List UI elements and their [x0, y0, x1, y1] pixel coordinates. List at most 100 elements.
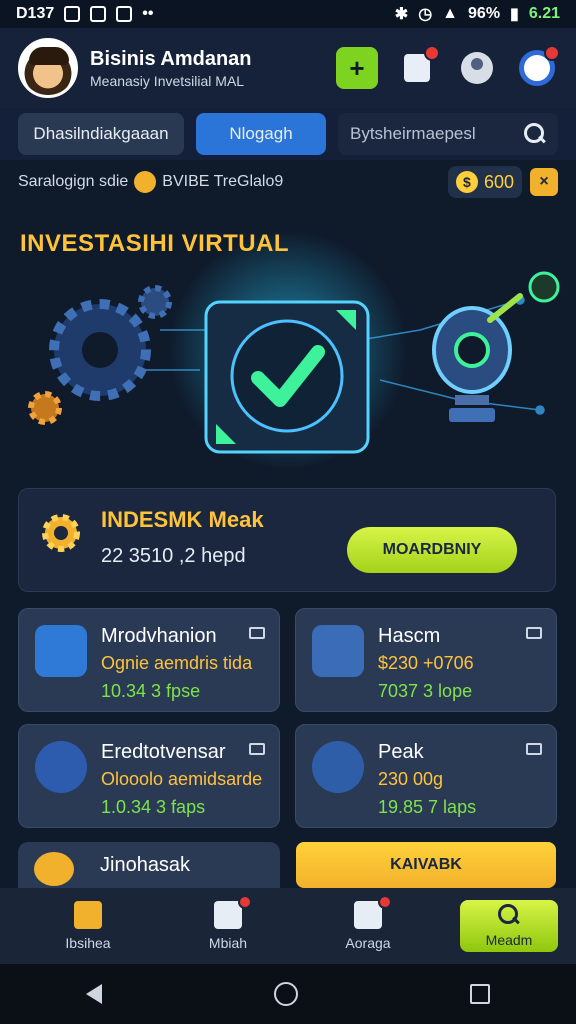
app-header: Bisinis Amdanan Meanasiy Invetsilial MAL… — [0, 28, 576, 108]
coin-icon: $ — [455, 171, 478, 193]
document-icon — [312, 625, 364, 677]
coin-stack-icon — [34, 852, 74, 886]
chat-button[interactable] — [516, 45, 560, 89]
nav-chart-label: Aoraga — [345, 935, 391, 951]
info-strip: Saralogign sdie BVIBE TreGlalo9 $ 600 × — [0, 162, 576, 202]
card-mini-icon[interactable] — [249, 743, 265, 755]
bluetooth-icon: ✱ — [394, 6, 409, 23]
card-subtitle: $230 +0706 — [378, 653, 474, 673]
nav-chart[interactable]: Aoraga — [298, 895, 438, 951]
card-item[interactable]: Peak 230 00g 19.85 7 laps — [295, 724, 557, 828]
card-mini-icon[interactable] — [526, 627, 542, 639]
search-input[interactable]: Bytsheirmaepesl — [338, 113, 558, 155]
search-icon — [498, 904, 520, 926]
status-left-text: D137 — [16, 5, 55, 22]
feature-card[interactable]: INDESMK Meak 22 3510 ,2 hepd MOARDBNIY — [18, 488, 556, 592]
status-time: 6.21 — [528, 5, 560, 22]
strip-text-left: Saralogign sdie — [18, 173, 129, 190]
card-meta: 1.0.34 3 faps — [101, 797, 206, 817]
coin-amount: 600 — [483, 171, 514, 192]
hero-banner: INVESTASIHI VIRTUAL — [0, 210, 576, 480]
token-icon — [134, 171, 157, 193]
card-title: Peak — [378, 741, 424, 763]
card-meta: 10.34 3 fpse — [101, 681, 201, 701]
home-circle-icon[interactable] — [274, 982, 298, 1006]
nav-badge — [238, 895, 252, 909]
check-panel — [204, 300, 370, 454]
tab-dashboard[interactable]: Dhasilndiakgaaan — [18, 113, 184, 155]
bottom-nav: Ibsihea Mbiah Aoraga Meadm — [0, 888, 576, 964]
alarm-icon: ◷ — [418, 6, 433, 23]
card-meta: 7037 3 lope — [378, 681, 473, 701]
profile-button[interactable] — [456, 47, 498, 89]
chat-badge — [544, 45, 560, 61]
status-bar: D137 •• ✱ ◷ ▲ 96% ▮ 6.21 — [0, 0, 576, 28]
card-item[interactable]: Eredtotvensar Olooolo aemidsarde 1.0.34 … — [18, 724, 280, 828]
nav-home[interactable]: Ibsihea — [18, 901, 158, 951]
add-button[interactable]: + — [336, 47, 378, 89]
sim-icon — [64, 6, 81, 22]
tab-active[interactable]: Nlogagh — [196, 113, 326, 155]
search-placeholder: Bytsheirmaepesl — [350, 124, 476, 143]
card-mini-icon[interactable] — [526, 743, 542, 755]
top-tabs: Dhasilndiakgaaan Nlogagh Bytsheirmaepesl — [0, 108, 576, 160]
nav-search[interactable]: Meadm — [460, 900, 558, 952]
card-title: Hascm — [378, 625, 441, 647]
feature-action-button[interactable]: MOARDBNIY — [347, 527, 517, 573]
system-nav-bar — [0, 964, 576, 1024]
settings-gear-icon — [42, 514, 80, 552]
card-subtitle: Ognie aemdris tida — [101, 653, 253, 673]
close-button[interactable]: × — [530, 168, 558, 196]
dots-icon: •• — [142, 5, 154, 22]
status-right: ✱ ◷ ▲ 96% ▮ 6.21 — [395, 4, 560, 24]
card-subtitle: 230 00g — [378, 769, 444, 789]
card-subtitle: Olooolo aemidsarde — [101, 769, 263, 789]
battery-percent: 96% — [468, 5, 501, 22]
checkbox-icon — [35, 625, 87, 677]
card-meta: 19.85 7 laps — [378, 797, 477, 817]
nav-box[interactable]: Mbiah — [158, 895, 298, 951]
nav-home-label: Ibsihea — [65, 935, 111, 951]
notification-badge — [424, 45, 440, 61]
bottom-card-title: Jinohasak — [100, 854, 191, 876]
nav-box-label: Mbiah — [208, 935, 248, 951]
hero-title: INVESTASIHI VIRTUAL — [20, 230, 290, 257]
card-mini-icon[interactable] — [249, 627, 265, 639]
coin-area: $ 600 × — [447, 166, 558, 198]
card-title: Eredtotvensar — [101, 741, 226, 763]
search-icon[interactable] — [524, 123, 546, 145]
person-icon — [461, 52, 493, 84]
card-item[interactable]: Hascm $230 +0706 7037 3 lope — [295, 608, 557, 712]
recent-apps-icon[interactable] — [470, 984, 490, 1004]
message-icon — [90, 6, 107, 22]
puzzle-button[interactable] — [396, 45, 440, 89]
avatar[interactable] — [18, 38, 78, 98]
leaf-icon — [528, 271, 560, 303]
file-icon — [116, 6, 133, 22]
user-info: Bisinis Amdanan Meanasiy Invetsilial MAL — [90, 48, 252, 89]
wifi-icon: ▲ — [442, 5, 459, 22]
feature-title: INDESMK Meak — [101, 507, 264, 532]
bottom-card[interactable]: Jinohasak — [18, 842, 280, 888]
battery-icon: ▮ — [510, 6, 519, 23]
back-icon[interactable] — [86, 984, 102, 1004]
status-left: D137 •• — [16, 5, 153, 23]
feature-subtitle: 22 3510 ,2 hepd — [101, 545, 246, 567]
coin-balance[interactable]: $ 600 — [447, 166, 522, 198]
rocket-icon — [312, 741, 364, 793]
user-subtitle: Meanasiy Invetsilial MAL — [90, 72, 245, 89]
orange-gear-icon — [28, 391, 62, 425]
strip-text-right: BVIBE TreGlalo9 — [162, 173, 284, 190]
card-title: Mrodvhanion — [101, 625, 217, 647]
nav-search-label: Meadm — [485, 932, 533, 948]
nav-badge — [378, 895, 392, 909]
user-name: Bisinis Amdanan — [90, 47, 252, 70]
kb-button[interactable]: KAIVABK — [296, 842, 556, 888]
home-icon — [74, 901, 102, 929]
header-actions: + — [336, 45, 560, 89]
gear-icon — [35, 741, 87, 793]
lens-icon — [432, 293, 523, 422]
gear-icon — [49, 299, 151, 401]
card-item[interactable]: Mrodvhanion Ognie aemdris tida 10.34 3 f… — [18, 608, 280, 712]
small-gear-icon — [138, 285, 172, 319]
